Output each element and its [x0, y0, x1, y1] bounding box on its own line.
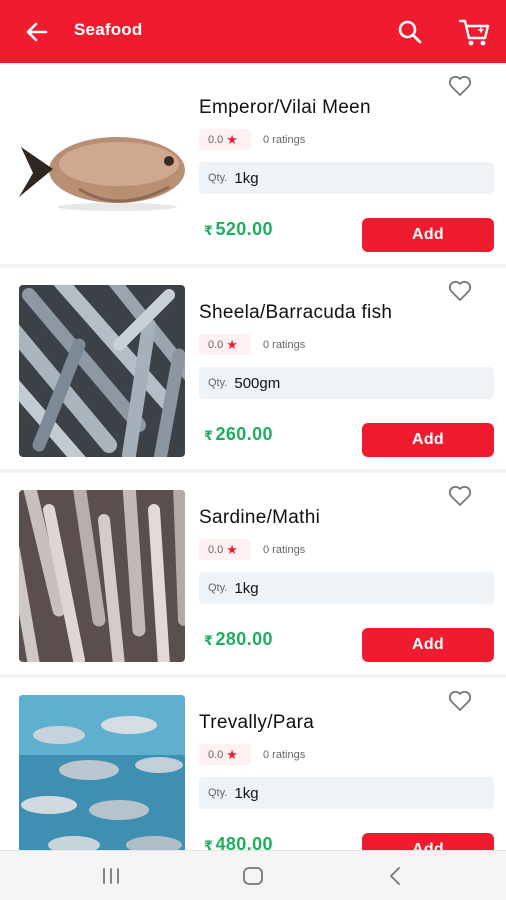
rating-badge: 0.0 ★: [199, 744, 251, 765]
product-card[interactable]: Trevally/Para 0.0 ★ 0 ratings Qty. 1kg ₹…: [0, 678, 506, 850]
qty-value: 500gm: [234, 374, 281, 392]
product-card[interactable]: Sheela/Barracuda fish 0.0 ★ 0 ratings Qt…: [0, 268, 506, 469]
add-button[interactable]: Add: [362, 833, 494, 850]
rating-value: 0.0: [208, 133, 224, 146]
app-bar: Seafood: [0, 0, 506, 63]
star-icon: ★: [226, 746, 238, 762]
add-button[interactable]: Add: [362, 218, 494, 252]
currency-symbol: ₹: [204, 223, 214, 238]
price-value: 280.00: [215, 629, 273, 649]
product-name[interactable]: Sardine/Mathi: [199, 507, 320, 529]
product-price: ₹520.00: [204, 219, 273, 240]
quantity-selector[interactable]: Qty. 1kg: [199, 777, 494, 809]
currency-symbol: ₹: [204, 838, 214, 850]
cart-icon[interactable]: [457, 16, 491, 48]
heart-icon[interactable]: [448, 690, 472, 712]
system-nav-bar: [0, 850, 506, 900]
rating-value: 0.0: [208, 338, 224, 351]
product-price: ₹260.00: [204, 424, 273, 445]
heart-icon[interactable]: [448, 75, 472, 97]
add-button[interactable]: Add: [362, 423, 494, 457]
heart-icon[interactable]: [448, 485, 472, 507]
quantity-selector[interactable]: Qty. 1kg: [199, 572, 494, 604]
ratings-count: 0 ratings: [263, 134, 306, 146]
rating-badge: 0.0 ★: [199, 334, 251, 355]
add-button[interactable]: Add: [362, 628, 494, 662]
page-title: Seafood: [74, 20, 143, 39]
product-card[interactable]: Emperor/Vilai Meen 0.0 ★ 0 ratings Qty. …: [0, 63, 506, 264]
product-card[interactable]: Sardine/Mathi 0.0 ★ 0 ratings Qty. 1kg ₹…: [0, 473, 506, 674]
search-icon[interactable]: [396, 18, 424, 46]
currency-symbol: ₹: [204, 633, 214, 648]
price-value: 480.00: [215, 834, 273, 850]
heart-icon[interactable]: [448, 280, 472, 302]
product-image[interactable]: [19, 695, 185, 850]
product-image[interactable]: [19, 89, 185, 261]
star-icon: ★: [226, 131, 238, 147]
qty-label: Qty.: [208, 172, 228, 184]
quantity-selector[interactable]: Qty. 1kg: [199, 162, 494, 194]
qty-label: Qty.: [208, 377, 228, 389]
qty-label: Qty.: [208, 582, 228, 594]
star-icon: ★: [226, 541, 238, 557]
product-list[interactable]: Emperor/Vilai Meen 0.0 ★ 0 ratings Qty. …: [0, 63, 506, 850]
qty-label: Qty.: [208, 787, 228, 799]
ratings-count: 0 ratings: [263, 339, 306, 351]
qty-value: 1kg: [234, 579, 259, 597]
product-name[interactable]: Trevally/Para: [199, 712, 314, 734]
product-name[interactable]: Sheela/Barracuda fish: [199, 302, 392, 324]
qty-value: 1kg: [234, 169, 259, 187]
ratings-count: 0 ratings: [263, 749, 306, 761]
rating-badge: 0.0 ★: [199, 129, 251, 150]
price-value: 260.00: [215, 424, 273, 444]
product-price: ₹480.00: [204, 834, 273, 850]
qty-value: 1kg: [234, 784, 259, 802]
back-arrow-icon[interactable]: [22, 17, 52, 47]
back-icon[interactable]: [384, 865, 408, 887]
quantity-selector[interactable]: Qty. 500gm: [199, 367, 494, 399]
recent-apps-icon[interactable]: [99, 865, 123, 887]
rating-value: 0.0: [208, 748, 224, 761]
product-price: ₹280.00: [204, 629, 273, 650]
product-image[interactable]: [19, 490, 185, 662]
currency-symbol: ₹: [204, 428, 214, 443]
rating-badge: 0.0 ★: [199, 539, 251, 560]
home-icon[interactable]: [241, 865, 265, 887]
price-value: 520.00: [215, 219, 273, 239]
rating-value: 0.0: [208, 543, 224, 556]
product-image[interactable]: [19, 285, 185, 457]
star-icon: ★: [226, 336, 238, 352]
ratings-count: 0 ratings: [263, 544, 306, 556]
product-name[interactable]: Emperor/Vilai Meen: [199, 97, 371, 119]
